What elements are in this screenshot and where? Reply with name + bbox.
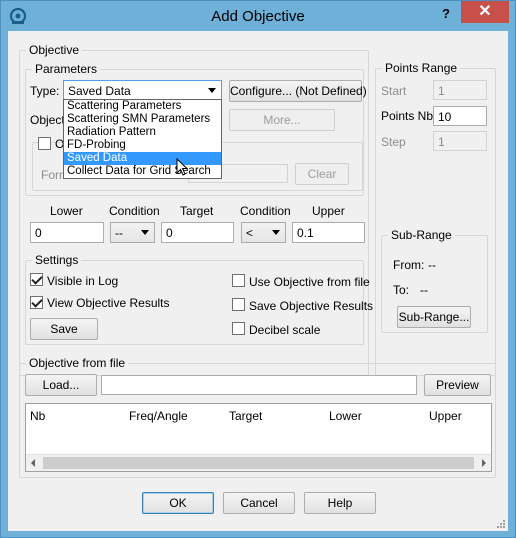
scroll-left-icon[interactable] [31, 459, 35, 467]
preview-button[interactable]: Preview [424, 374, 491, 396]
configure-button[interactable]: Configure... (Not Defined) [229, 80, 367, 102]
condition1-select[interactable]: -- [110, 222, 155, 243]
save-objective-results-checkbox[interactable] [232, 298, 245, 311]
from-label: From: [393, 258, 425, 272]
help-button[interactable]: Help [304, 492, 376, 514]
lower-input[interactable]: 0 [30, 222, 104, 243]
title-help-button[interactable]: ? [435, 5, 457, 23]
chevron-down-icon [141, 230, 149, 235]
condition1-value: -- [115, 226, 123, 240]
title-bar[interactable]: Add Objective ? ✕ [1, 1, 515, 31]
step-input[interactable]: 1 [433, 131, 487, 151]
condition2-label: Condition [240, 204, 291, 218]
decibel-scale-checkbox[interactable] [232, 322, 245, 335]
upper-label: Upper [312, 204, 345, 218]
points-nb-label: Points Nb [381, 109, 434, 123]
condition2-value: < [246, 226, 254, 240]
view-results-checkbox[interactable] [30, 296, 43, 309]
type-dropdown-list[interactable]: Scattering Parameters Scattering SMN Par… [63, 99, 222, 179]
type-option-saved-data[interactable]: Saved Data [64, 152, 221, 165]
to-label: To: [393, 283, 410, 297]
points-nb-input[interactable]: 10 [433, 106, 487, 126]
save-objective-results-label: Save Objective Results [249, 299, 374, 313]
type-label: Type: [30, 84, 60, 98]
type-select[interactable]: Saved Data [63, 80, 222, 100]
visible-in-log-checkbox[interactable] [30, 273, 43, 286]
sub-range-group-label: Sub-Range [388, 228, 455, 242]
column-header-target[interactable]: Target [229, 409, 262, 423]
to-value: -- [420, 283, 428, 297]
scroll-right-icon[interactable] [482, 459, 486, 467]
type-option-scattering-parameters[interactable]: Scattering Parameters [64, 100, 221, 113]
ok-button[interactable]: OK [142, 492, 214, 514]
column-header-nb[interactable]: Nb [30, 409, 45, 423]
use-objective-from-file-checkbox[interactable] [232, 274, 245, 287]
column-header-lower[interactable]: Lower [329, 409, 362, 423]
condition1-label: Condition [109, 204, 160, 218]
more-button[interactable]: More... [229, 109, 335, 131]
target-label: Target [180, 204, 214, 218]
sub-range-button[interactable]: Sub-Range... [397, 306, 471, 328]
objective-file-table[interactable]: Nb Freq/Angle Target Lower Upper [25, 403, 492, 472]
option-checkbox[interactable] [38, 137, 51, 150]
parameters-group-label: Parameters [32, 62, 101, 76]
upper-input[interactable]: 0.1 [292, 222, 365, 243]
target-input[interactable]: 0 [161, 222, 234, 243]
save-button[interactable]: Save [30, 318, 98, 340]
clear-button[interactable]: Clear [295, 163, 349, 185]
scroll-thumb[interactable] [43, 457, 474, 469]
dialog-window: Add Objective ? ✕ Objective Parameters T… [0, 0, 516, 538]
load-button[interactable]: Load... [25, 374, 97, 396]
use-objective-from-file-label: Use Objective from file [249, 275, 370, 289]
points-range-group-label: Points Range [382, 61, 461, 75]
type-option-scattering-smn-parameters[interactable]: Scattering SMN Parameters [64, 113, 221, 126]
resize-grip-icon[interactable] [496, 519, 506, 529]
start-input[interactable]: 1 [433, 80, 487, 100]
file-path-input[interactable] [101, 375, 417, 395]
type-option-radiation-pattern[interactable]: Radiation Pattern [64, 126, 221, 139]
dialog-client: Objective Parameters Type: Saved Data Co… [8, 31, 508, 531]
step-label: Step [381, 135, 406, 149]
column-header-freq-angle[interactable]: Freq/Angle [129, 409, 188, 423]
type-option-fd-probing[interactable]: FD-Probing [64, 139, 221, 152]
close-button[interactable]: ✕ [461, 1, 509, 23]
visible-in-log-label: Visible in Log [47, 274, 119, 288]
chevron-down-icon [272, 230, 280, 235]
condition2-select[interactable]: < [241, 222, 286, 243]
objective-group-label: Objective [26, 43, 83, 57]
objective-name-label: Objecti [30, 113, 68, 127]
lower-label: Lower [50, 204, 83, 218]
horizontal-scrollbar[interactable] [26, 454, 491, 471]
start-label: Start [381, 84, 407, 98]
chevron-down-icon [208, 88, 216, 93]
objective-from-file-group-label: Objective from file [26, 356, 129, 370]
column-header-upper[interactable]: Upper [429, 409, 462, 423]
settings-group-label: Settings [32, 253, 82, 267]
type-select-value: Saved Data [68, 84, 131, 98]
decibel-scale-label: Decibel scale [249, 323, 321, 337]
from-value: -- [428, 258, 436, 272]
type-option-collect-data-grid-search[interactable]: Collect Data for Grid Search [64, 165, 221, 178]
mouse-cursor-icon [176, 158, 189, 176]
cancel-button[interactable]: Cancel [223, 492, 295, 514]
view-results-label: View Objective Results [47, 296, 170, 310]
